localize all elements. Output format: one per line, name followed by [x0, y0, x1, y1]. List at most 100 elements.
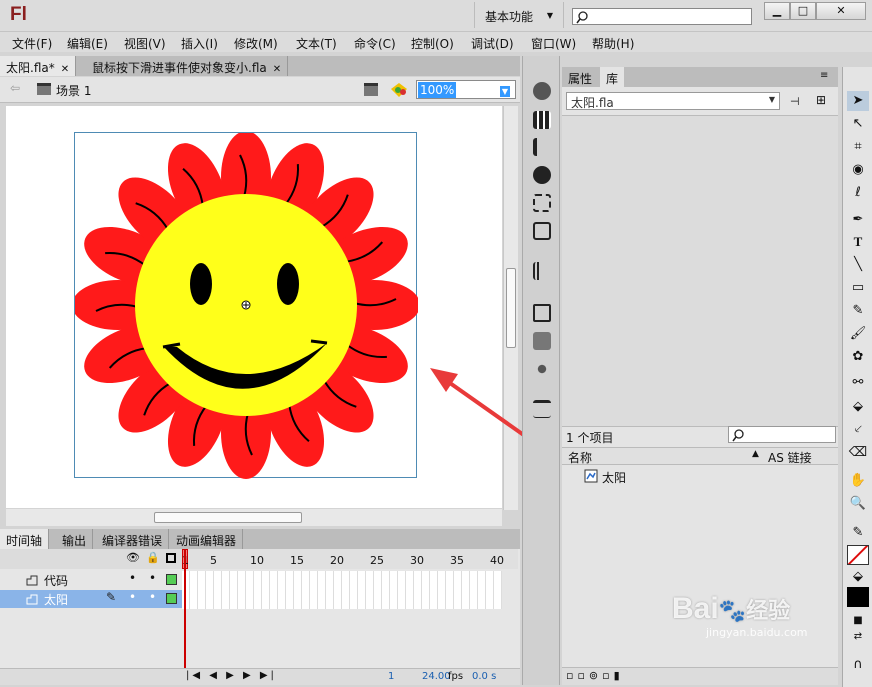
components-icon[interactable] [533, 332, 551, 350]
stage-horizontal-scrollbar[interactable] [6, 509, 502, 526]
rectangle-tool-icon[interactable]: ▭ [847, 278, 869, 298]
eraser-icon[interactable]: ⌫ [847, 443, 869, 463]
frame-number: 15 [290, 554, 304, 567]
line-tool-icon[interactable]: ╲ [847, 255, 869, 275]
selection-tool-icon[interactable]: ➤ [847, 91, 869, 111]
outline-icon[interactable] [166, 553, 176, 563]
menu-debug[interactable]: 调试(D) [471, 35, 514, 52]
project-icon[interactable] [533, 400, 551, 418]
swatches-icon[interactable] [533, 111, 551, 129]
new-library-icon[interactable]: ⊞ [816, 93, 826, 107]
tab-motion-editor[interactable]: 动画编辑器 [170, 529, 244, 549]
bone-icon[interactable]: ⚯ [847, 373, 869, 393]
3d-rotation-icon[interactable]: ◉ [847, 160, 869, 180]
lasso-icon[interactable]: ℓ [847, 183, 869, 203]
edit-scene-icon[interactable] [363, 81, 383, 99]
color-icon[interactable] [533, 82, 551, 100]
align-icon[interactable] [533, 138, 551, 156]
library-footer-icons[interactable]: ▫▫⊚▫▮ [566, 669, 624, 682]
minimize-button[interactable]: ▁ [764, 2, 790, 20]
timeline-panel: 👁 🔒 1510152025303540 代码 •• 太阳 ✎ •• [0, 549, 520, 685]
tab-properties[interactable]: 属性 [562, 67, 598, 87]
menu-text[interactable]: 文本(T) [296, 35, 337, 52]
eye-icon[interactable]: 👁 [126, 551, 140, 564]
sort-icon[interactable]: ▲ [752, 449, 759, 459]
frame-number: 30 [410, 554, 424, 567]
stage[interactable] [72, 131, 420, 479]
actions-icon[interactable] [533, 304, 551, 322]
menu-window[interactable]: 窗口(W) [531, 35, 576, 52]
column-name[interactable]: 名称 [568, 449, 592, 466]
menu-commands[interactable]: 命令(C) [354, 35, 396, 52]
eyedropper-icon[interactable]: ⸔ [847, 420, 869, 440]
library-icon[interactable] [533, 262, 551, 280]
fill-color-icon[interactable]: ⬙ [847, 567, 869, 587]
timeline-footer: |◀ ◀ ▶ ▶ ▶| 1 24.00 fps 0.0 s [0, 668, 520, 685]
elapsed-time[interactable]: 0.0 s [472, 671, 496, 682]
menu-control[interactable]: 控制(O) [411, 35, 454, 52]
scroll-thumb[interactable] [506, 268, 516, 348]
panel-menu-icon[interactable]: ≡ [820, 70, 828, 81]
maximize-button[interactable]: □ [790, 2, 816, 20]
tab-output[interactable]: 输出 [56, 529, 94, 549]
help-search-input[interactable] [572, 8, 752, 25]
layer-name: 太阳 [44, 593, 69, 607]
library-search-input[interactable] [728, 426, 836, 443]
close-button[interactable]: ✕ [816, 2, 866, 20]
back-arrow-icon[interactable]: ⇦ [10, 81, 20, 95]
hand-icon[interactable]: ✋ [847, 471, 869, 491]
library-document-select[interactable]: 太阳.fla ▼ [566, 92, 780, 110]
layer-icon [26, 575, 38, 586]
text-tool-icon[interactable]: T [847, 232, 869, 252]
frame-grid[interactable] [182, 571, 502, 609]
brush-icon[interactable]: 🖌 [847, 324, 869, 344]
pencil-icon[interactable]: ✎ [847, 301, 869, 321]
history-icon[interactable] [533, 222, 551, 240]
lock-icon[interactable]: 🔒 [146, 551, 160, 564]
close-icon[interactable]: ✕ [273, 64, 281, 75]
column-linkage[interactable]: AS 链接 [768, 449, 812, 466]
menu-modify[interactable]: 修改(M) [234, 35, 278, 52]
transform-icon[interactable] [533, 194, 551, 212]
tab-library[interactable]: 库 [600, 67, 625, 87]
subselection-tool-icon[interactable]: ↖ [847, 114, 869, 134]
menu-file[interactable]: 文件(F) [12, 35, 52, 52]
doc-tab[interactable]: 鼠标按下滑进事件使对象变小.fla ✕ [86, 56, 289, 76]
paint-bucket-icon[interactable]: ⬙ [847, 397, 869, 417]
workspace-switcher[interactable]: 基本功能 ▼ [474, 2, 564, 28]
info-icon[interactable] [533, 166, 551, 184]
stroke-color-icon[interactable]: ✎ [847, 523, 869, 543]
menu-edit[interactable]: 编辑(E) [67, 35, 108, 52]
stroke-swatch[interactable] [847, 545, 869, 565]
fps-value[interactable]: 24.00 [422, 671, 451, 682]
current-frame[interactable]: 1 [388, 671, 394, 682]
menu-insert[interactable]: 插入(I) [181, 35, 218, 52]
layer-row[interactable]: 代码 • • [0, 571, 182, 589]
pen-icon[interactable]: ✒ [847, 210, 869, 230]
app-logo: Fl [10, 4, 27, 25]
layer-row-selected[interactable]: 太阳 ✎ • • [0, 590, 182, 608]
zoom-icon[interactable]: 🔍 [847, 494, 869, 514]
playback-controls[interactable]: |◀ ◀ ▶ ▶ ▶| [186, 670, 277, 681]
swap-colors-icon[interactable]: ⇄ [847, 627, 869, 647]
menu-help[interactable]: 帮助(H) [592, 35, 634, 52]
deco-icon[interactable]: ✿ [847, 347, 869, 367]
sun-graphic[interactable] [72, 131, 420, 479]
scroll-thumb[interactable] [154, 512, 302, 523]
stage-vertical-scrollbar[interactable] [503, 106, 518, 510]
fill-swatch[interactable] [847, 587, 869, 607]
playhead-line [184, 549, 186, 669]
motion-presets-icon[interactable] [533, 360, 551, 378]
tab-timeline[interactable]: 时间轴 [0, 529, 50, 549]
menu-view[interactable]: 视图(V) [124, 35, 166, 52]
close-icon[interactable]: ✕ [61, 64, 69, 75]
library-item[interactable]: 太阳 [562, 467, 822, 487]
frame-ruler[interactable]: 1510152025303540 [182, 549, 518, 569]
snap-magnet-icon[interactable]: ∩ [847, 655, 869, 675]
zoom-select[interactable]: 100% ▼ [416, 80, 516, 99]
edit-symbol-icon[interactable] [389, 81, 411, 99]
pin-icon[interactable]: ⊣ [790, 95, 800, 108]
doc-tab-active[interactable]: 太阳.fla* ✕ [0, 56, 77, 76]
free-transform-icon[interactable]: ⌗ [847, 137, 869, 157]
tab-compiler-errors[interactable]: 编译器错误 [96, 529, 170, 549]
